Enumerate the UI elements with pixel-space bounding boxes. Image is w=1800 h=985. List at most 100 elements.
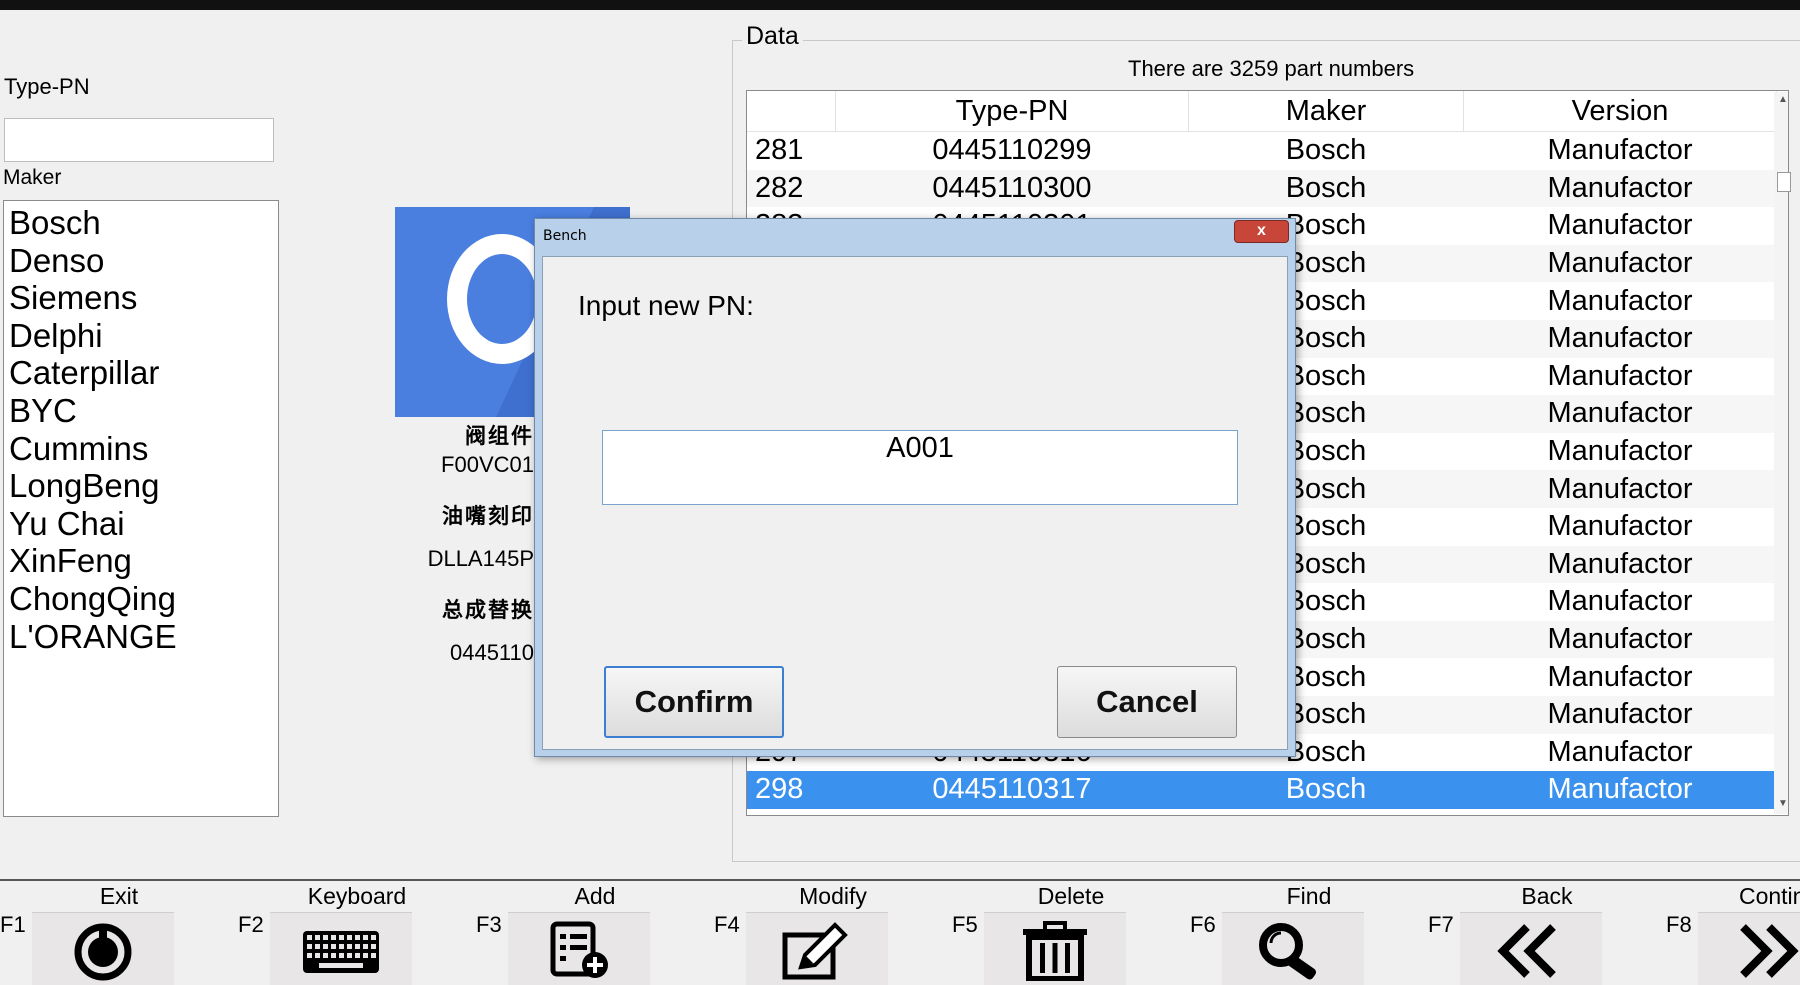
table-cell: Manufactor — [1463, 319, 1777, 358]
function-key-number: F2 — [238, 912, 264, 937]
table-cell: Manufactor — [1547, 735, 1693, 768]
new-pn-input[interactable] — [602, 430, 1238, 505]
table-cell: 281 — [755, 134, 804, 167]
nozzle-label: 油嘴刻印 — [442, 504, 534, 528]
maker-list-item[interactable]: BYC — [9, 392, 278, 430]
table-cell: Manufactor — [1463, 395, 1777, 433]
table-cell: Bosch — [1188, 771, 1464, 809]
table-cell: Manufactor — [1547, 359, 1693, 392]
maker-list-item[interactable]: ChongQing — [9, 580, 278, 618]
table-cell: Manufactor — [1463, 695, 1777, 734]
keyboard-button[interactable] — [270, 912, 412, 985]
function-key-label: Keyboard — [307, 883, 407, 909]
maker-list-item[interactable]: Siemens — [9, 279, 278, 317]
table-cell: Manufactor — [1463, 545, 1777, 584]
table-cell: 0445110299 — [932, 134, 1092, 167]
function-key-keyboard[interactable]: Keyboard F2 — [238, 880, 476, 985]
maker-list-item[interactable]: Denso — [9, 242, 278, 280]
data-group-title: Data — [742, 22, 803, 51]
maker-list-item[interactable]: Delphi — [9, 317, 278, 355]
maker-list-item[interactable]: Caterpillar — [9, 354, 278, 392]
column-header[interactable]: Type-PN — [835, 91, 1189, 132]
table-scrollbar[interactable] — [1774, 92, 1788, 814]
valve-value: F00VC01 — [441, 452, 534, 477]
table-cell: Manufactor — [1463, 244, 1777, 283]
nozzle-value: DLLA145P — [427, 546, 534, 571]
maker-label: Maker — [3, 166, 62, 189]
dialog-close-button[interactable]: x — [1234, 220, 1289, 243]
table-cell: Manufactor — [1463, 620, 1777, 659]
table-cell: Manufactor — [1463, 771, 1777, 809]
function-key-label: Add — [574, 883, 616, 909]
table-cell: 0445110300 — [835, 169, 1189, 208]
maker-list-item[interactable]: Cummins — [9, 430, 278, 468]
table-cell: Manufactor — [1547, 134, 1693, 167]
table-cell: Manufactor — [1547, 435, 1693, 468]
function-key-modify[interactable]: Modify F4 — [714, 880, 952, 985]
maker-list-item[interactable]: LongBeng — [9, 467, 278, 505]
modify-button[interactable] — [746, 912, 888, 985]
table-cell: Bosch — [1188, 169, 1464, 208]
function-key-exit[interactable]: Exit F1 — [0, 880, 238, 985]
add-button[interactable] — [508, 912, 650, 985]
part-count-text: There are 3259 part numbers — [1128, 56, 1415, 81]
function-key-back[interactable]: Back F7 — [1428, 880, 1666, 985]
type-pn-input[interactable] — [4, 118, 274, 162]
assembly-value: 0445110 — [449, 640, 534, 665]
maker-list-item[interactable]: Yu Chai — [9, 505, 278, 543]
function-key-number: F3 — [476, 912, 502, 937]
function-key-number: F1 — [0, 912, 26, 937]
table-cell: 282 — [747, 169, 836, 208]
maker-list-item[interactable]: L'ORANGE — [9, 618, 278, 656]
function-key-add[interactable]: Add F3 — [476, 880, 714, 985]
confirm-button[interactable]: Confirm — [604, 666, 784, 738]
column-header[interactable] — [747, 91, 836, 132]
scrollbar-thumb[interactable] — [1777, 172, 1791, 192]
scroll-up-arrow-icon[interactable]: ▲ — [1778, 94, 1788, 105]
find-button[interactable] — [1222, 912, 1364, 985]
function-key-number: F5 — [952, 912, 978, 937]
assembly-label: 总成替换 — [442, 598, 534, 622]
column-header[interactable]: Version — [1463, 91, 1777, 132]
function-key-continue[interactable]: Continue F8 — [1666, 880, 1800, 985]
function-key-label: Back — [1521, 883, 1573, 909]
table-row[interactable]: 298 0445110317 Bosch Manufactor — [747, 771, 1777, 809]
function-key-delete[interactable]: Delete F5 — [952, 880, 1190, 985]
table-row[interactable]: 282 0445110300 Bosch Manufactor — [747, 169, 1777, 208]
window-top-bar — [0, 0, 1800, 10]
scroll-down-arrow-icon[interactable]: ▼ — [1778, 798, 1788, 809]
dialog-title: Bench — [543, 228, 587, 244]
type-pn-label: Type-PN — [4, 74, 90, 99]
table-cell: Bosch — [1285, 134, 1367, 167]
cancel-button[interactable]: Cancel — [1057, 666, 1237, 738]
function-key-number: F6 — [1190, 912, 1216, 937]
close-icon: x — [1257, 222, 1266, 239]
table-row[interactable]: 281 0445110299 Bosch Manufactor — [747, 132, 1777, 170]
function-key-number: F7 — [1428, 912, 1454, 937]
valve-label: 阀组件 — [465, 424, 534, 448]
function-key-find[interactable]: Find F6 — [1190, 880, 1428, 985]
table-cell: Manufactor — [1547, 585, 1693, 618]
function-key-label: Continue — [1738, 883, 1800, 909]
table-cell: Manufactor — [1547, 510, 1693, 543]
back-button[interactable] — [1460, 912, 1602, 985]
dialog-prompt: Input new PN: — [578, 290, 754, 321]
function-key-label: Delete — [1037, 883, 1105, 909]
table-cell: Manufactor — [1547, 284, 1693, 317]
continue-button[interactable] — [1698, 912, 1800, 985]
table-cell: Manufactor — [1463, 470, 1777, 508]
delete-button[interactable] — [984, 912, 1126, 985]
function-key-number: F4 — [714, 912, 740, 937]
table-cell: Manufactor — [1463, 169, 1777, 208]
function-key-label: Modify — [799, 883, 867, 909]
function-key-number: F8 — [1666, 912, 1692, 937]
table-cell: Manufactor — [1547, 209, 1693, 242]
maker-list-item[interactable]: Bosch — [9, 204, 278, 242]
function-key-label: Exit — [99, 883, 139, 909]
column-header[interactable]: Maker — [1188, 91, 1464, 132]
table-header-row: Type-PN Maker Version — [747, 91, 1777, 132]
maker-list-item[interactable]: XinFeng — [9, 542, 278, 580]
exit-button[interactable] — [32, 912, 174, 985]
table-cell: Manufactor — [1547, 660, 1693, 693]
maker-list[interactable]: Bosch Denso Siemens Delphi Caterpillar BYC Cum… — [3, 200, 279, 817]
